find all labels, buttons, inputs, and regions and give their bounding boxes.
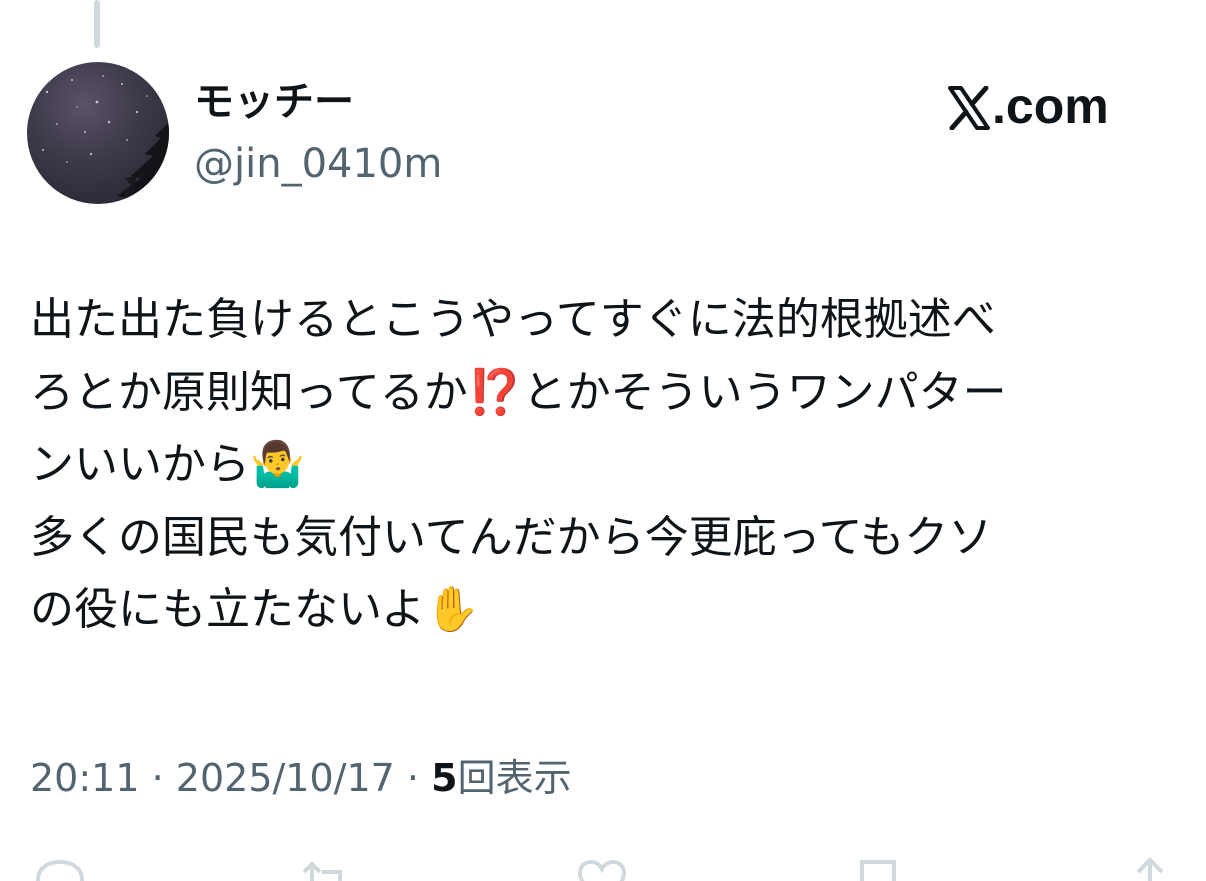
meta-separator: · (151, 756, 164, 800)
like-icon (577, 859, 627, 881)
x-logo-icon (948, 84, 990, 131)
watermark-text: .com (992, 78, 1109, 134)
tweet-metadata: 20:11 · 2025/10/17 · 5回表示 (30, 752, 572, 804)
bookmark-button[interactable] (848, 856, 908, 881)
views-count: 5 (431, 756, 458, 800)
repost-icon (302, 861, 342, 881)
views-label: 回表示 (457, 756, 572, 800)
tweet-line: の役にも立たないよ✋ (30, 584, 480, 635)
tweet-text: 出た出た負けるとこうやってすぐに法的根拠述べ ろとか原則知ってるか⁉️とかそうい… (30, 284, 1180, 647)
meta-separator: · (406, 756, 420, 800)
tweet-line: ろとか原則知ってるか⁉️とかそういうワンパター (30, 366, 1007, 418)
repost-button[interactable] (296, 856, 356, 881)
like-button[interactable] (572, 856, 632, 881)
tweet-line: ンいいから🤷‍♂️ (30, 439, 305, 490)
share-icon (1136, 857, 1164, 881)
tweet-time[interactable]: 20:11 (30, 756, 140, 800)
author-display-name[interactable]: モッチー (194, 74, 354, 130)
reply-icon (35, 859, 85, 881)
reply-button[interactable] (30, 856, 90, 881)
share-button[interactable] (1120, 856, 1180, 881)
bookmark-icon (860, 860, 896, 881)
tweet-line: 多くの国民も気付いてんだから今更庇ってもクソ (30, 511, 993, 563)
avatar[interactable] (27, 62, 169, 204)
author-handle[interactable]: @jin_0410m (194, 136, 442, 192)
avatar-night-sky-image (42, 75, 169, 204)
tweet-line: 出た出た負けるとこうやってすぐに法的根拠述べ (30, 294, 996, 345)
tweet-action-bar (0, 850, 1206, 881)
thread-connector-line (94, 0, 100, 48)
tweet-date[interactable]: 2025/10/17 (176, 756, 395, 800)
x-com-watermark: .com (948, 78, 1109, 134)
